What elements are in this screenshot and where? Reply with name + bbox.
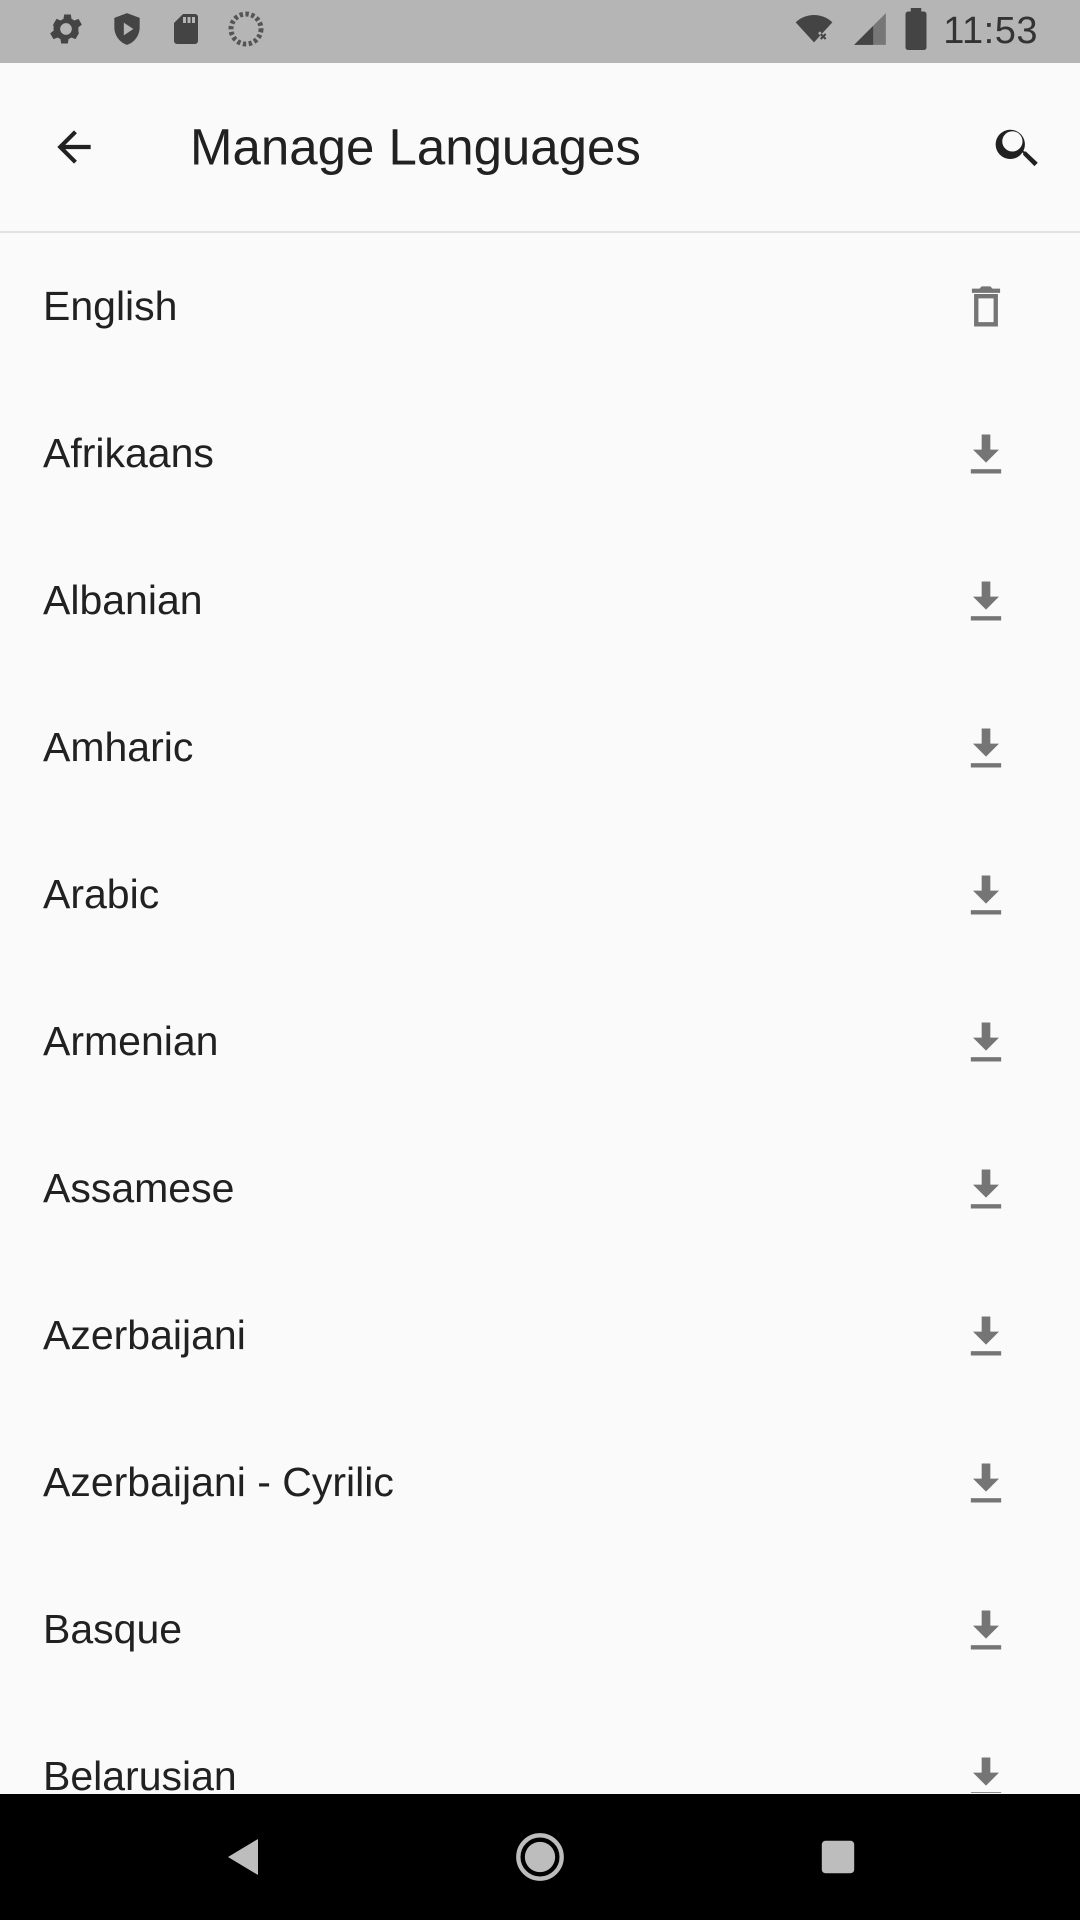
download-button[interactable]	[954, 1157, 1018, 1221]
language-row-azerbaijani[interactable]: Azerbaijani	[0, 1262, 1080, 1409]
download-button[interactable]	[954, 863, 1018, 927]
language-row-armenian[interactable]: Armenian	[0, 968, 1080, 1115]
system-nav-bar	[0, 1794, 1080, 1920]
download-button[interactable]	[954, 1010, 1018, 1074]
download-icon	[970, 875, 1002, 914]
language-label: Arabic	[43, 871, 160, 917]
arrow-back-icon	[57, 130, 91, 164]
language-label: English	[43, 283, 178, 329]
nav-recents-icon	[821, 1840, 855, 1874]
download-button[interactable]	[954, 1745, 1018, 1793]
download-icon	[970, 728, 1002, 767]
download-button[interactable]	[954, 1598, 1018, 1662]
download-icon	[970, 1316, 1002, 1355]
download-button[interactable]	[954, 422, 1018, 486]
download-icon	[970, 434, 1002, 473]
language-label: Armenian	[43, 1018, 219, 1064]
language-label: Azerbaijani	[43, 1312, 246, 1358]
status-right-icons: 11:53	[791, 8, 1038, 55]
nav-back-button[interactable]	[202, 1817, 282, 1897]
download-button[interactable]	[954, 716, 1018, 780]
language-label: Basque	[43, 1606, 183, 1652]
language-label: Assamese	[43, 1165, 235, 1211]
nav-back-icon	[228, 1839, 258, 1875]
language-row-belarusian[interactable]: Belarusian	[0, 1703, 1080, 1793]
language-row-amharic[interactable]: Amharic	[0, 674, 1080, 821]
nav-home-button[interactable]	[500, 1817, 580, 1897]
download-icon	[970, 1463, 1002, 1502]
language-row-afrikaans[interactable]: Afrikaans	[0, 380, 1080, 527]
language-label: Belarusian	[43, 1753, 237, 1793]
nav-recents-button[interactable]	[798, 1817, 878, 1897]
language-label: Azerbaijani - Cyrilic	[43, 1459, 394, 1505]
battery-icon	[903, 8, 929, 55]
download-icon	[970, 1022, 1002, 1061]
download-icon	[970, 581, 1002, 620]
language-label: Amharic	[43, 724, 194, 770]
wifi-off-icon	[791, 9, 837, 54]
language-row-assamese[interactable]: Assamese	[0, 1115, 1080, 1262]
shield-icon	[108, 9, 146, 54]
download-button[interactable]	[954, 569, 1018, 633]
trash-icon	[971, 285, 1001, 326]
download-icon	[970, 1169, 1002, 1208]
page-title: Manage Languages	[190, 118, 641, 176]
download-button[interactable]	[954, 1304, 1018, 1368]
cell-signal-icon	[851, 9, 889, 54]
search-icon	[995, 129, 1038, 167]
app-bar: Manage Languages	[0, 63, 1080, 233]
nav-home-icon	[516, 1833, 564, 1881]
download-button[interactable]	[954, 1451, 1018, 1515]
language-row-arabic[interactable]: Arabic	[0, 821, 1080, 968]
language-row-azerbaijani-cyrilic[interactable]: Azerbaijani - Cyrilic	[0, 1409, 1080, 1556]
status-time: 11:53	[943, 10, 1038, 52]
back-button[interactable]	[42, 115, 106, 179]
language-row-basque[interactable]: Basque	[0, 1556, 1080, 1703]
download-icon	[970, 1757, 1002, 1793]
language-label: Albanian	[43, 577, 203, 623]
status-left-icons	[46, 9, 266, 54]
delete-button[interactable]	[954, 275, 1018, 339]
language-label: Afrikaans	[43, 430, 214, 476]
sd-card-icon	[168, 9, 204, 54]
download-icon	[970, 1610, 1002, 1649]
language-list: English Afrikaans Albanian Amharic Arabi…	[0, 233, 1080, 1793]
language-row-english[interactable]: English	[0, 233, 1080, 380]
status-bar: 11:53	[0, 0, 1080, 63]
gear-icon	[46, 9, 86, 54]
search-button[interactable]	[986, 115, 1050, 179]
language-row-albanian[interactable]: Albanian	[0, 527, 1080, 674]
sync-circle-icon	[226, 9, 266, 54]
